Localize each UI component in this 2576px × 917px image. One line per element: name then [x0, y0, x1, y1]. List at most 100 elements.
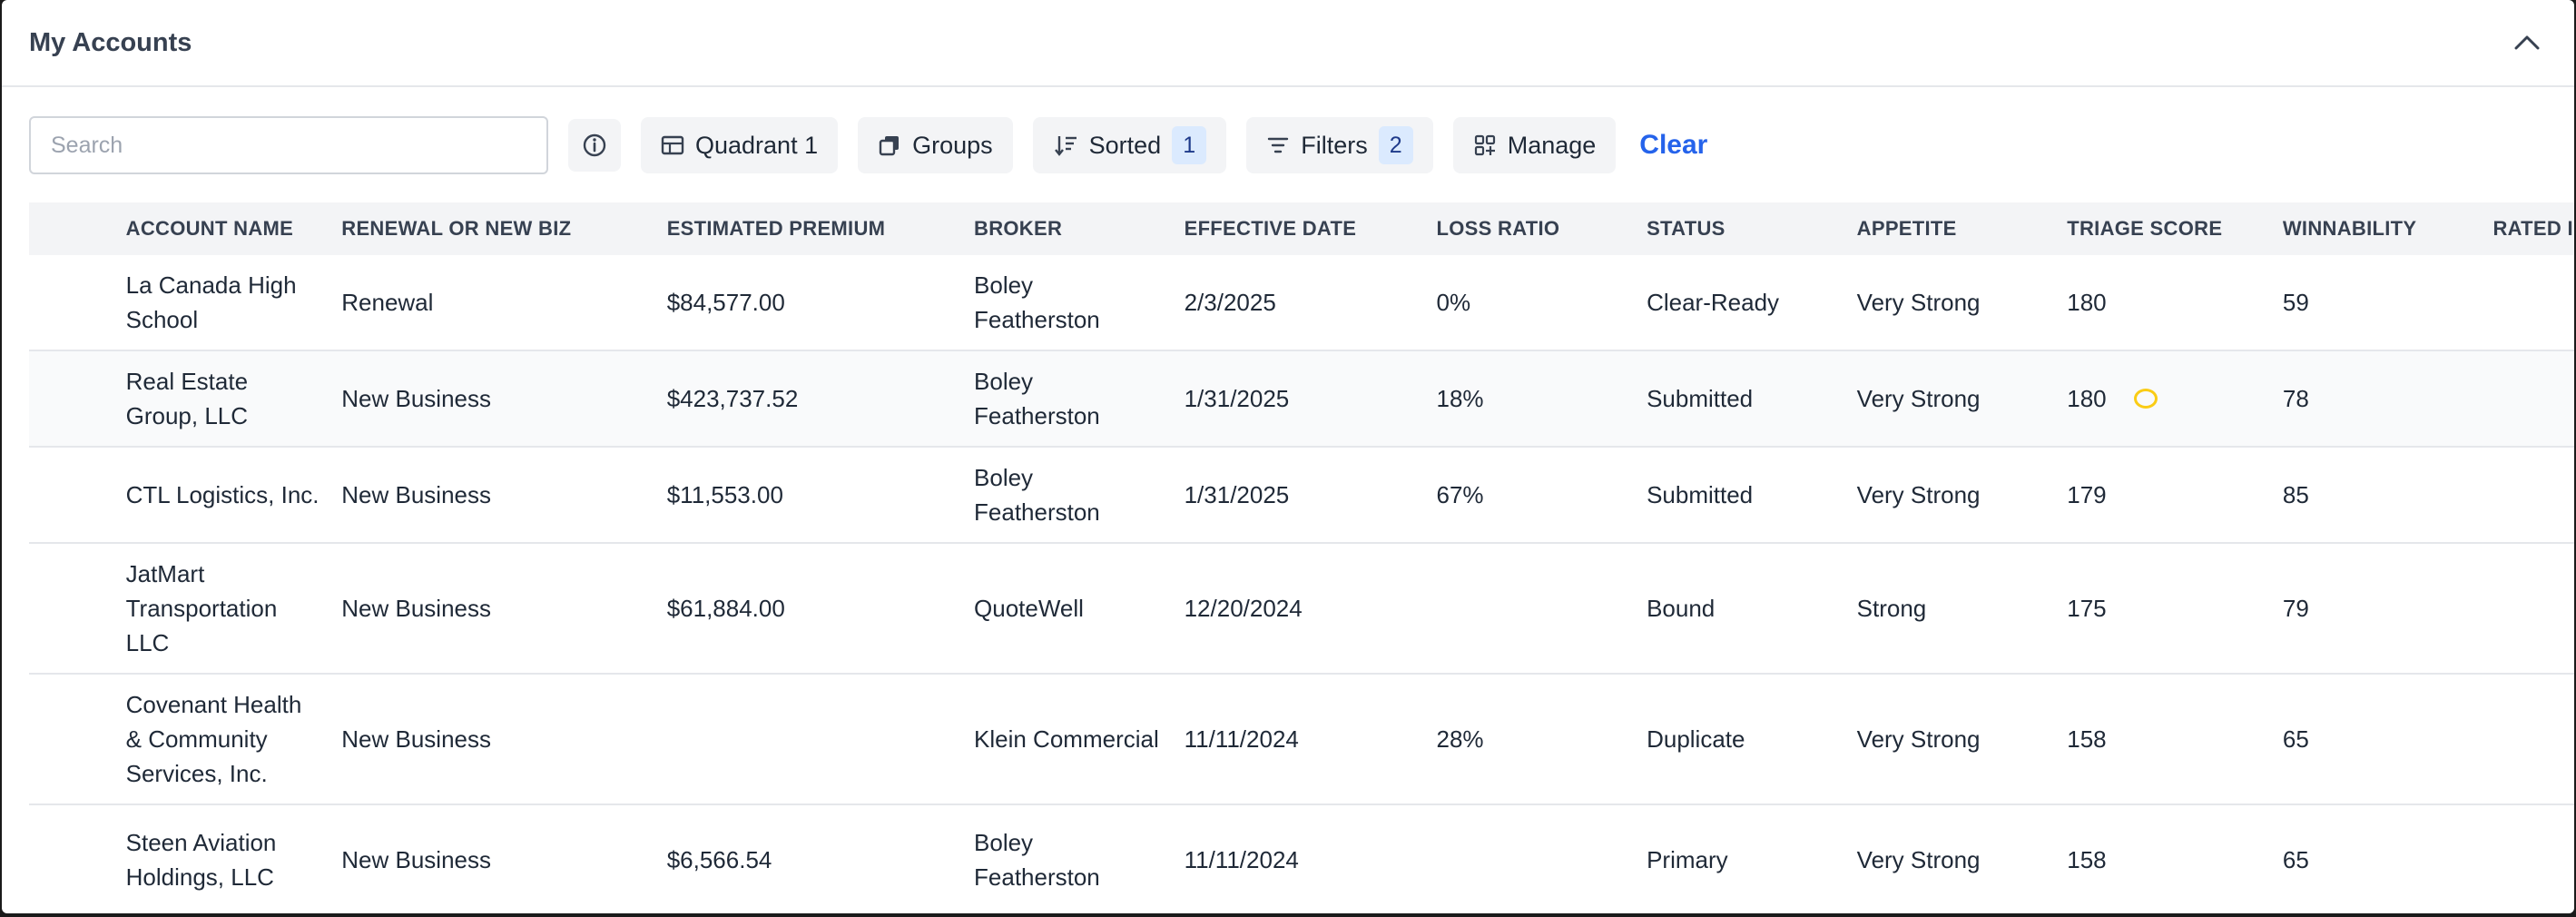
filters-label: Filters [1301, 131, 1368, 159]
table-icon [661, 135, 684, 155]
account-name-cell[interactable]: JatMart Transportation LLC [113, 543, 329, 675]
winnability-cell: 65 [2269, 804, 2481, 913]
table-row[interactable]: La Canada High School Renewal $84,577.00… [29, 255, 2574, 351]
loss-ratio-cell [1423, 543, 1635, 675]
accounts-table-container: ACCOUNT NAME RENEWAL OR NEW BIZ ESTIMATE… [29, 202, 2574, 913]
broker-cell: Boley Featherston [961, 255, 1172, 351]
row-select-cell [29, 543, 113, 675]
winnability-cell: 85 [2269, 447, 2481, 544]
row-select-cell [29, 447, 113, 544]
cursor-highlight-icon [2133, 389, 2158, 409]
column-header[interactable]: WINNABILITY [2269, 202, 2481, 255]
panel-title: My Accounts [29, 27, 192, 57]
rated-cell [2480, 350, 2574, 448]
biz-type-cell: New Business [329, 543, 654, 675]
collapse-chevron-up-icon[interactable] [2507, 23, 2547, 63]
info-button[interactable] [568, 119, 621, 172]
table-row[interactable]: JatMart Transportation LLC New Business … [29, 543, 2574, 675]
manage-grid-icon [1474, 134, 1495, 156]
broker-cell: QuoteWell [961, 543, 1172, 675]
status-cell: Bound [1634, 543, 1844, 675]
premium-cell [654, 674, 962, 805]
biz-type-cell: New Business [329, 350, 654, 448]
column-header[interactable]: RATED I [2480, 202, 2574, 255]
table-row[interactable]: CTL Logistics, Inc. New Business $11,553… [29, 447, 2574, 544]
winnability-cell: 65 [2269, 674, 2481, 805]
account-name-cell[interactable]: Covenant Health & Community Services, In… [113, 674, 329, 805]
effective-date-cell: 11/11/2024 [1171, 804, 1424, 913]
effective-date-cell: 1/31/2025 [1171, 350, 1424, 448]
table-row[interactable]: Covenant Health & Community Services, In… [29, 674, 2574, 805]
info-icon [583, 133, 606, 157]
account-name-cell[interactable]: La Canada High School [113, 255, 329, 351]
row-select-cell [29, 350, 113, 448]
column-header[interactable]: BROKER [961, 202, 1172, 255]
table-row[interactable]: Steen Aviation Holdings, LLC New Busines… [29, 804, 2574, 913]
account-name-cell[interactable]: Real Estate Group, LLC [113, 350, 329, 448]
sorted-count-badge: 1 [1172, 126, 1207, 164]
quadrant-label: Quadrant 1 [695, 131, 819, 159]
loss-ratio-cell: 67% [1423, 447, 1635, 544]
clear-link[interactable]: Clear [1636, 130, 1711, 161]
loss-ratio-cell: 28% [1423, 674, 1635, 805]
account-name-cell[interactable]: CTL Logistics, Inc. [113, 447, 329, 544]
table-row[interactable]: Real Estate Group, LLC New Business $423… [29, 350, 2574, 448]
rated-cell [2480, 543, 2574, 675]
triage-score-cell: 180 [2054, 350, 2270, 448]
column-header[interactable]: ESTIMATED PREMIUM [654, 202, 962, 255]
triage-score-cell: 158 [2054, 804, 2270, 913]
column-header[interactable]: EFFECTIVE DATE [1171, 202, 1424, 255]
winnability-cell: 78 [2269, 350, 2481, 448]
row-select-cell [29, 674, 113, 805]
accounts-panel: My Accounts Quadrant 1 Groups Sorted 1 F… [2, 0, 2574, 913]
search-input[interactable] [29, 116, 548, 174]
column-header[interactable]: ACCOUNT NAME [113, 202, 329, 255]
column-header[interactable]: TRIAGE SCORE [2054, 202, 2270, 255]
appetite-cell: Strong [1844, 543, 2055, 675]
column-header[interactable]: RENEWAL OR NEW BIZ [329, 202, 654, 255]
biz-type-cell: New Business [329, 447, 654, 544]
manage-button[interactable]: Manage [1452, 117, 1617, 173]
manage-label: Manage [1507, 131, 1597, 159]
appetite-cell: Very Strong [1844, 804, 2055, 913]
quadrant-button[interactable]: Quadrant 1 [641, 117, 839, 173]
column-header[interactable]: STATUS [1634, 202, 1844, 255]
appetite-cell: Very Strong [1844, 674, 2055, 805]
column-header[interactable]: APPETITE [1844, 202, 2055, 255]
appetite-cell: Very Strong [1844, 350, 2055, 448]
status-cell: Primary [1634, 804, 1844, 913]
triage-score-cell: 180 [2054, 255, 2270, 351]
status-cell: Submitted [1634, 447, 1844, 544]
rated-cell [2480, 447, 2574, 544]
triage-score-cell: 179 [2054, 447, 2270, 544]
toolbar: Quadrant 1 Groups Sorted 1 Filters 2 Man… [29, 114, 1711, 176]
sorted-label: Sorted [1088, 131, 1162, 159]
select-column-header [29, 202, 113, 255]
loss-ratio-cell: 18% [1423, 350, 1635, 448]
account-name-cell[interactable]: Steen Aviation Holdings, LLC [113, 804, 329, 913]
rated-cell [2480, 804, 2574, 913]
premium-cell: $11,553.00 [654, 447, 962, 544]
effective-date-cell: 1/31/2025 [1171, 447, 1424, 544]
groups-label: Groups [912, 131, 993, 159]
premium-cell: $423,737.52 [654, 350, 962, 448]
effective-date-cell: 12/20/2024 [1171, 543, 1424, 675]
sorted-button[interactable]: Sorted 1 [1032, 117, 1227, 173]
status-cell: Clear-Ready [1634, 255, 1844, 351]
column-header[interactable]: LOSS RATIO [1423, 202, 1635, 255]
filter-icon [1268, 137, 1289, 153]
rated-cell [2480, 255, 2574, 351]
filters-count-badge: 2 [1378, 126, 1413, 164]
filters-button[interactable]: Filters 2 [1246, 117, 1433, 173]
premium-cell: $6,566.54 [654, 804, 962, 913]
groups-button[interactable]: Groups [858, 117, 1013, 173]
biz-type-cell: Renewal [329, 255, 654, 351]
broker-cell: Boley Featherston [961, 804, 1172, 913]
accounts-table: ACCOUNT NAME RENEWAL OR NEW BIZ ESTIMATE… [29, 202, 2574, 913]
effective-date-cell: 11/11/2024 [1171, 674, 1424, 805]
triage-score-wrap: 180 [2067, 381, 2261, 416]
broker-cell: Boley Featherston [961, 447, 1172, 544]
appetite-cell: Very Strong [1844, 447, 2055, 544]
loss-ratio-cell: 0% [1423, 255, 1635, 351]
status-cell: Submitted [1634, 350, 1844, 448]
